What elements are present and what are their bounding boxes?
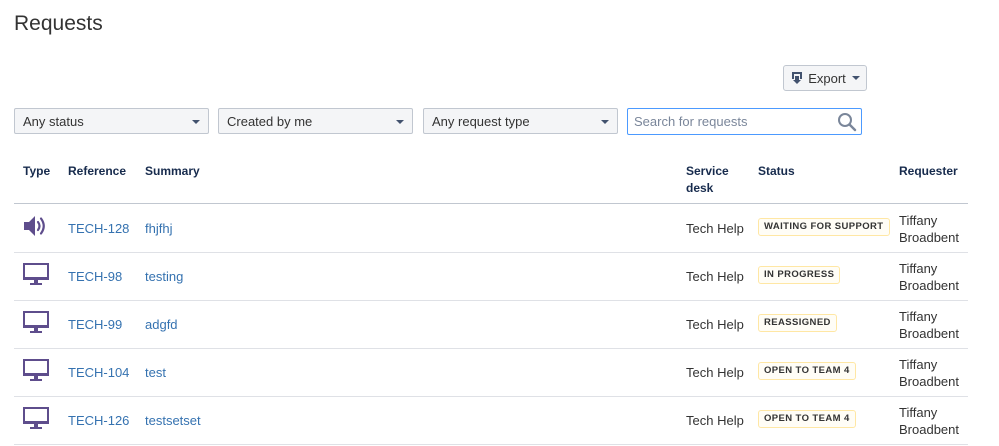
status-badge: IN PROGRESS (758, 266, 841, 284)
search-input[interactable] (628, 109, 828, 134)
service-desk: Tech Help (686, 269, 744, 284)
request-reference-link[interactable]: TECH-126 (68, 413, 129, 428)
service-desk: Tech Help (686, 413, 744, 428)
status-filter-label: Any status (23, 113, 84, 129)
created-by-filter[interactable]: Created by me (218, 108, 413, 134)
service-desk: Tech Help (686, 365, 744, 380)
requester-first-name: Tiffany (899, 357, 938, 372)
monitor-icon (22, 262, 50, 286)
request-summary-link[interactable]: adgfd (145, 317, 178, 332)
megaphone-icon (22, 214, 50, 238)
search-icon[interactable] (837, 112, 857, 132)
requester-first-name: Tiffany (899, 261, 938, 276)
requester-first-name: Tiffany (899, 213, 938, 228)
column-header-requester: Requester (899, 164, 958, 178)
requester-last-name: Broadbent (899, 278, 959, 293)
request-summary-link[interactable]: testsetset (145, 413, 201, 428)
search-box (627, 108, 862, 135)
request-type-filter[interactable]: Any request type (423, 108, 618, 134)
requester-name: Tiffany Broadbent (899, 356, 959, 390)
request-reference-link[interactable]: TECH-128 (68, 221, 129, 236)
request-reference-link[interactable]: TECH-99 (68, 317, 122, 332)
table-row[interactable]: TECH-126 testsetset Tech Help OPEN TO TE… (14, 396, 968, 445)
requester-first-name: Tiffany (899, 309, 938, 324)
column-header-reference: Reference (68, 164, 127, 178)
column-header-service-desk-line1: Service (686, 164, 729, 178)
request-summary-link[interactable]: testing (145, 269, 183, 284)
requester-name: Tiffany Broadbent (899, 404, 959, 438)
export-button[interactable]: Export (783, 65, 867, 91)
monitor-icon (22, 406, 50, 430)
status-badge: REASSIGNED (758, 314, 837, 332)
request-reference-link[interactable]: TECH-104 (68, 365, 129, 380)
request-type-filter-label: Any request type (432, 113, 530, 129)
status-filter[interactable]: Any status (14, 108, 209, 134)
created-by-filter-label: Created by me (227, 113, 313, 129)
table-row[interactable]: TECH-128 fhjfhj Tech Help WAITING FOR SU… (14, 204, 968, 253)
status-badge: WAITING FOR SUPPORT (758, 218, 890, 236)
column-header-service-desk: Service desk (686, 163, 729, 197)
request-summary-link[interactable]: fhjfhj (145, 221, 172, 236)
column-header-status: Status (758, 164, 795, 178)
service-desk: Tech Help (686, 221, 744, 236)
request-reference-link[interactable]: TECH-98 (68, 269, 122, 284)
requester-last-name: Broadbent (899, 422, 959, 437)
status-badge: OPEN TO TEAM 4 (758, 362, 856, 380)
chevron-down-icon (601, 120, 609, 124)
requester-last-name: Broadbent (899, 374, 959, 389)
table-row[interactable]: TECH-99 adgfd Tech Help REASSIGNED Tiffa… (14, 300, 968, 349)
status-badge: OPEN TO TEAM 4 (758, 410, 856, 428)
table-row[interactable]: TECH-98 testing Tech Help IN PROGRESS Ti… (14, 252, 968, 301)
requester-name: Tiffany Broadbent (899, 308, 959, 342)
requester-name: Tiffany Broadbent (899, 260, 959, 294)
table-row[interactable]: TECH-104 test Tech Help OPEN TO TEAM 4 T… (14, 348, 968, 397)
monitor-icon (22, 310, 50, 334)
requester-last-name: Broadbent (899, 326, 959, 341)
requester-first-name: Tiffany (899, 405, 938, 420)
column-header-type: Type (23, 164, 51, 178)
chevron-down-icon (851, 76, 860, 80)
column-header-service-desk-line2: desk (686, 181, 714, 195)
export-label: Export (808, 70, 846, 86)
request-summary-link[interactable]: test (145, 365, 166, 380)
page-title: Requests (14, 12, 103, 35)
export-icon (790, 71, 804, 85)
chevron-down-icon (192, 120, 200, 124)
column-header-summary: Summary (145, 164, 200, 178)
requester-name: Tiffany Broadbent (899, 212, 959, 246)
chevron-down-icon (396, 120, 404, 124)
requester-last-name: Broadbent (899, 230, 959, 245)
monitor-icon (22, 358, 50, 382)
service-desk: Tech Help (686, 317, 744, 332)
